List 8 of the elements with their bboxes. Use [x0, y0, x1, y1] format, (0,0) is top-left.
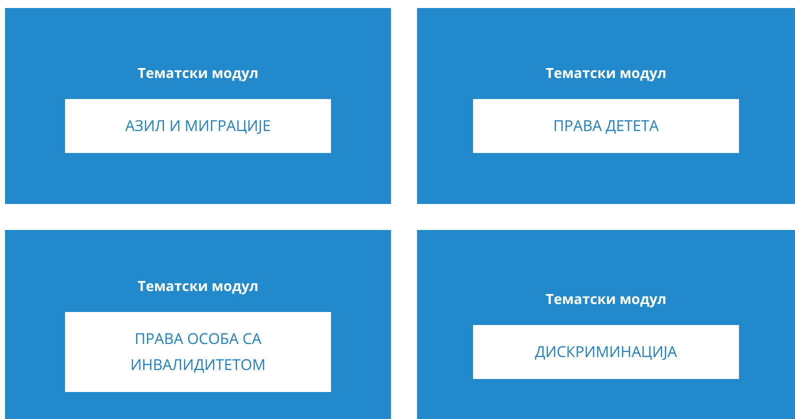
module-link[interactable]: АЗИЛ И МИГРАЦИЈЕ — [65, 98, 331, 152]
module-label: Тематски модул — [546, 64, 666, 82]
module-label: Тематски модул — [138, 277, 258, 296]
module-link[interactable]: ПРАВА ДЕТЕТА — [473, 98, 739, 152]
module-link[interactable]: ДИСКРИМИНАЦИЈА — [473, 325, 739, 379]
module-link[interactable]: ПРАВА ОСОБА СА ИНВАЛИДИТЕТОМ — [65, 312, 331, 392]
module-label: Тематски модул — [546, 290, 666, 309]
module-label: Тематски модул — [138, 64, 258, 82]
